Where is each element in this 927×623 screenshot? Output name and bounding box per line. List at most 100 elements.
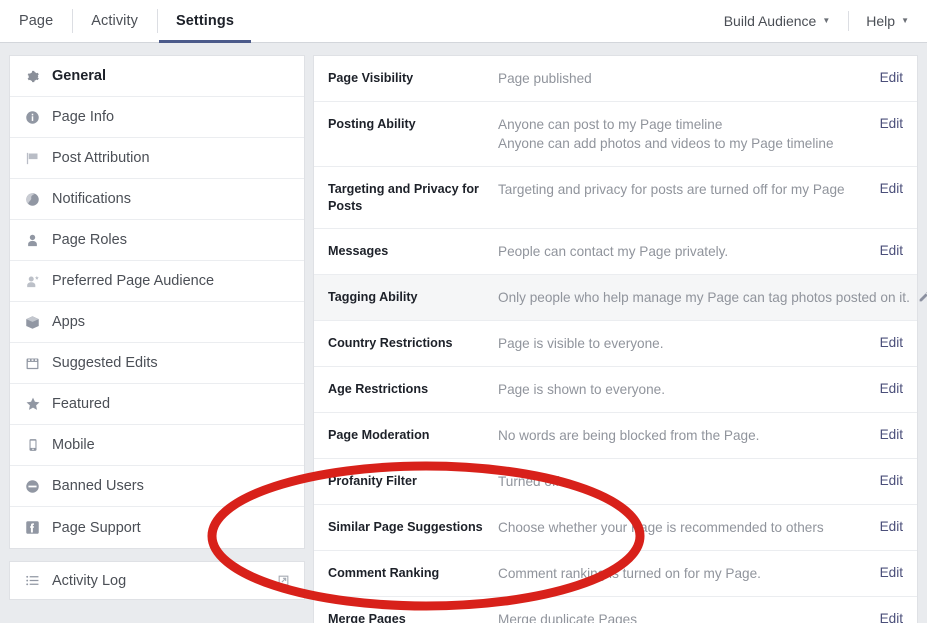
setting-value: Targeting and privacy for posts are turn… [498,180,872,199]
setting-value-line: Turned off [498,474,560,489]
sidebar-item-label: Banned Users [52,478,144,494]
top-navigation-bar: Page Activity Settings Build Audience ▼ … [0,0,927,43]
sidebar-item-page-roles[interactable]: Page Roles [10,220,304,261]
flag-icon [24,150,41,167]
table-row[interactable]: Targeting and Privacy for Posts Targetin… [314,167,917,229]
sidebar-item-mobile[interactable]: Mobile [10,425,304,466]
edit-link[interactable]: Edit [880,70,903,85]
tab-settings-label: Settings [176,13,234,29]
sidebar-item-featured[interactable]: Featured [10,384,304,425]
setting-value: Merge duplicate Pages [498,610,872,623]
mobile-icon [24,437,41,454]
table-row[interactable]: Profanity Filter Turned off Edit [314,459,917,505]
help-menu[interactable]: Help ▼ [848,0,927,42]
setting-value-line: No words are being blocked from the Page… [498,428,760,443]
setting-value-line: People can contact my Page privately. [498,244,729,259]
setting-value-line: Choose whether your Page is recommended … [498,520,824,535]
setting-label: Profanity Filter [328,474,417,488]
setting-value: Only people who help manage my Page can … [498,288,910,307]
sidebar-item-label: Suggested Edits [52,355,158,371]
table-row[interactable]: Age Restrictions Page is shown to everyo… [314,367,917,413]
sidebar-item-post-attribution[interactable]: Post Attribution [10,138,304,179]
row-actions: Edit [880,564,903,580]
setting-label: Page Visibility [328,71,414,85]
setting-label: Age Restrictions [328,382,429,396]
setting-label: Merge Pages [328,612,406,623]
edit-link[interactable]: Edit [880,381,903,396]
calendar-icon [24,355,41,372]
edit-link[interactable]: Edit [880,473,903,488]
help-label: Help [866,13,896,29]
table-row[interactable]: Messages People can contact my Page priv… [314,229,917,275]
person-icon [24,232,41,249]
sidebar-item-suggested-edits[interactable]: Suggested Edits [10,343,304,384]
setting-label: Targeting and Privacy for Posts [328,182,479,213]
setting-value-line: Only people who help manage my Page can … [498,290,910,305]
table-row[interactable]: Posting Ability Anyone can post to my Pa… [314,102,917,167]
setting-value-line: Anyone can post to my Page timeline [498,117,723,132]
sidebar-item-label: Featured [52,396,111,412]
setting-value-line: Page is shown to everyone. [498,382,666,397]
setting-value: Comment ranking is turned on for my Page… [498,564,872,583]
sidebar-item-page-info[interactable]: Page Info [10,97,304,138]
tab-activity[interactable]: Activity [72,0,157,42]
table-row[interactable]: Similar Page Suggestions Choose whether … [314,505,917,551]
sidebar-item-banned-users[interactable]: Banned Users [10,466,304,507]
sidebar-item-label: Page Support [52,519,141,536]
sidebar-item-label: Page Roles [52,232,127,248]
tab-page[interactable]: Page [0,0,72,42]
setting-value: No words are being blocked from the Page… [498,426,872,445]
info-icon [24,109,41,126]
row-actions: Edit [880,242,903,258]
edit-link[interactable]: Edit [880,519,903,534]
settings-sidebar: General Page Info Post Attribution Notif… [9,55,305,549]
tab-page-label: Page [19,13,54,29]
edit-link[interactable]: Edit [880,243,903,258]
table-row[interactable]: Page Moderation No words are being block… [314,413,917,459]
build-audience-menu[interactable]: Build Audience ▼ [706,0,849,42]
setting-label: Posting Ability [328,117,416,131]
setting-value: Turned off [498,472,872,491]
setting-label: Country Restrictions [328,336,453,350]
globe-icon [24,191,41,208]
setting-value: Page is visible to everyone. [498,334,872,353]
row-actions: Edit [880,380,903,396]
pencil-icon[interactable] [918,290,927,303]
row-actions: Edit [880,610,903,623]
setting-value: Page is shown to everyone. [498,380,872,399]
row-actions: Edit [880,69,903,85]
sidebar-item-preferred-page-audience[interactable]: Preferred Page Audience [10,261,304,302]
sidebar-item-label: Apps [52,314,86,330]
sidebar-item-activity-log[interactable]: Activity Log [9,561,305,600]
sidebar-item-apps[interactable]: Apps [10,302,304,343]
tab-settings[interactable]: Settings [157,0,253,43]
table-row[interactable]: Country Restrictions Page is visible to … [314,321,917,367]
edit-link[interactable]: Edit [880,427,903,442]
table-row[interactable]: Page Visibility Page published Edit [314,56,917,102]
row-actions: Edit [880,472,903,488]
edit-link[interactable]: Edit [880,181,903,196]
setting-value-line: Targeting and privacy for posts are turn… [498,182,845,197]
edit-link[interactable]: Edit [880,565,903,580]
gear-icon [24,68,41,85]
chevron-down-icon: ▼ [822,16,831,25]
row-actions: Edit [918,288,927,304]
table-row[interactable]: Merge Pages Merge duplicate Pages Edit [314,597,917,623]
edit-link[interactable]: Edit [880,611,903,623]
edit-link[interactable]: Edit [880,335,903,350]
sidebar-item-notifications[interactable]: Notifications [10,179,304,220]
edit-link[interactable]: Edit [880,116,903,131]
table-row[interactable]: Tagging Ability Only people who help man… [314,275,927,321]
sidebar-item-general[interactable]: General [10,56,304,97]
setting-label: Comment Ranking [328,566,440,580]
sidebar-item-page-support[interactable]: Page Support [10,507,304,548]
list-icon [24,572,41,589]
row-actions: Edit [880,518,903,534]
setting-value: Page published [498,69,872,88]
activity-log-label: Activity Log [52,572,127,589]
setting-value: People can contact my Page privately. [498,242,872,261]
table-row[interactable]: Comment Ranking Comment ranking is turne… [314,551,917,597]
sidebar-item-label: Page Info [52,109,115,125]
row-actions: Edit [880,334,903,350]
setting-value-line: Comment ranking is turned on for my Page… [498,566,761,581]
